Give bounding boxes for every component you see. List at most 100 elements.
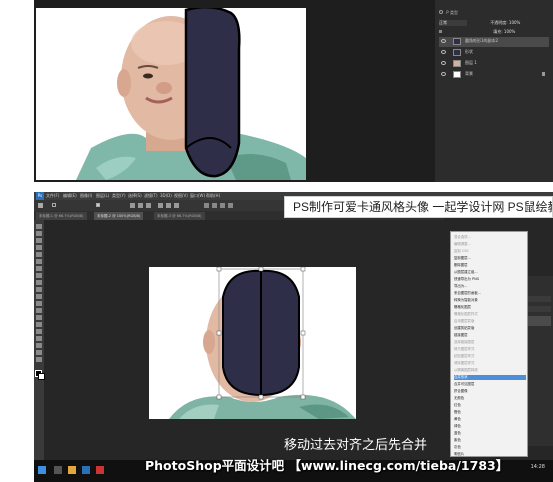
layer-row[interactable]: 背景 [439,70,549,80]
tab-document-1[interactable]: 未标题-1 @ 66.7%(RGB/8) [36,212,87,220]
3d-mode-icon[interactable] [212,203,217,208]
opacity-value[interactable]: 100% [509,20,520,25]
blur-tool-icon[interactable] [36,308,42,313]
history-brush-tool-icon[interactable] [36,287,42,292]
quick-select-tool-icon[interactable] [36,245,42,250]
menu-window[interactable]: 窗口(W) [190,193,205,199]
context-menu-item[interactable]: 栅格化图层样式 [454,312,526,317]
context-menu-item[interactable]: 从隔离图层释放 [454,368,526,373]
context-menu-item[interactable]: 绿色 [454,424,526,429]
eraser-tool-icon[interactable] [36,294,42,299]
dodge-tool-icon[interactable] [36,315,42,320]
type-tool-icon[interactable] [36,329,42,334]
hand-tool-icon[interactable] [36,350,42,355]
align-center-icon[interactable] [138,203,143,208]
context-menu-item[interactable]: 粘贴图层样式 [454,354,526,359]
context-menu-item[interactable]: 快速导出为 PNG [454,277,526,282]
context-menu-item[interactable]: 橙色 [454,410,526,415]
context-menu-item[interactable]: 链接图层 [454,333,526,338]
context-menu-item[interactable]: 转换为智能对象 [454,298,526,303]
context-menu-item[interactable]: 来自图层的画板... [454,291,526,296]
marquee-tool-icon[interactable] [36,231,42,236]
distribute-icon[interactable] [166,203,171,208]
transform-controls-checkbox[interactable] [96,203,100,207]
context-menu-item[interactable]: 无颜色 [454,396,526,401]
pen-tool-icon[interactable] [36,322,42,327]
menu-help[interactable]: 帮助(H) [206,193,220,199]
context-menu-item[interactable]: 启用图层蒙版 [454,319,526,324]
blend-mode-select[interactable]: 正常 [439,20,467,26]
layer-row[interactable]: 图层 1 [439,59,549,69]
context-menu-item[interactable]: 灰色 [454,445,526,450]
context-menu-item[interactable]: 创建剪贴蒙版 [454,326,526,331]
context-menu-item[interactable]: 紫色 [454,438,526,443]
context-menu-item[interactable]: 栅格化图层 [454,305,526,310]
context-menu-item[interactable]: 合并形状 [454,375,526,380]
taskbar-app-icon[interactable] [82,466,90,474]
3d-mode-icon[interactable] [228,203,233,208]
context-menu-item[interactable]: 混合选项... [454,235,526,240]
clone-stamp-tool-icon[interactable] [36,280,42,285]
context-menu-item[interactable]: 蓝色 [454,431,526,436]
context-menu-item[interactable]: 拷贝图层样式 [454,347,526,352]
eyedropper-tool-icon[interactable] [36,259,42,264]
context-menu-item[interactable]: 复制图层... [454,256,526,261]
shape-tool-icon[interactable] [36,343,42,348]
brush-tool-icon[interactable] [36,273,42,278]
context-menu-item[interactable]: 选择链接图层 [454,340,526,345]
menu-3d[interactable]: 3D(D) [160,193,172,198]
3d-mode-icon[interactable] [220,203,225,208]
path-select-tool-icon[interactable] [36,336,42,341]
context-menu-item[interactable]: 复制 CSS [454,249,526,254]
context-menu-item[interactable]: 黄色 [454,417,526,422]
crop-tool-icon[interactable] [36,252,42,257]
taskbar-app-icon[interactable] [96,466,104,474]
menu-view[interactable]: 视图(V) [174,193,188,199]
move-tool-icon[interactable] [36,224,42,229]
context-menu-item[interactable]: 导出为... [454,284,526,289]
taskbar-app-icon[interactable] [54,466,62,474]
distribute-icon[interactable] [174,203,179,208]
menu-edit[interactable]: 编辑(E) [63,193,77,199]
context-menu-item[interactable]: 从图层建立组... [454,270,526,275]
windows-start-icon[interactable] [38,466,46,474]
eye-icon[interactable] [441,39,446,43]
clock[interactable]: 14:28 [531,464,545,470]
context-menu-item[interactable]: 拼合图像 [454,389,526,394]
menu-filter[interactable]: 滤镜(T) [144,193,158,199]
taskbar-app-icon[interactable] [68,466,76,474]
context-menu-item[interactable]: 删除图层 [454,263,526,268]
search-icon[interactable] [439,10,443,14]
context-menu-item[interactable]: 编辑调整... [454,242,526,247]
align-left-icon[interactable] [130,203,135,208]
layer-row[interactable]: 圆角矩形1的副本2 [439,37,549,47]
context-menu-item[interactable]: 清除图层样式 [454,361,526,366]
eye-icon[interactable] [441,72,446,76]
menu-layer[interactable]: 图层(L) [96,193,109,199]
lock-icon[interactable] [439,30,442,33]
background-color-swatch[interactable] [38,373,45,380]
align-right-icon[interactable] [146,203,151,208]
layer-row[interactable]: 形状 [439,48,549,58]
healing-tool-icon[interactable] [36,266,42,271]
eye-icon[interactable] [441,61,446,65]
zoom-tool-icon[interactable] [36,357,42,362]
auto-select-checkbox[interactable] [52,203,56,207]
tab-document-3[interactable]: 未标题-3 @ 66.7%(RGB/8) [154,212,205,220]
eye-icon[interactable] [441,50,446,54]
menu-select[interactable]: 选择(S) [128,193,142,199]
tab-document-2[interactable]: 未标题-2 @ 100%(RGB/8) [94,212,144,220]
document-canvas[interactable] [149,267,356,419]
fill-value[interactable]: 100% [504,29,515,34]
move-tool-icon[interactable] [38,203,43,208]
lasso-tool-icon[interactable] [36,238,42,243]
layer-filter-label[interactable]: P 类型 [446,10,458,15]
3d-mode-icon[interactable] [204,203,209,208]
menu-image[interactable]: 图像(I) [80,193,92,199]
menu-type[interactable]: 类型(Y) [112,193,126,199]
distribute-icon[interactable] [158,203,163,208]
context-menu-item[interactable]: 红色 [454,403,526,408]
gradient-tool-icon[interactable] [36,301,42,306]
context-menu-item[interactable]: 合并可见图层 [454,382,526,387]
menu-file[interactable]: 文件(F) [46,193,59,199]
